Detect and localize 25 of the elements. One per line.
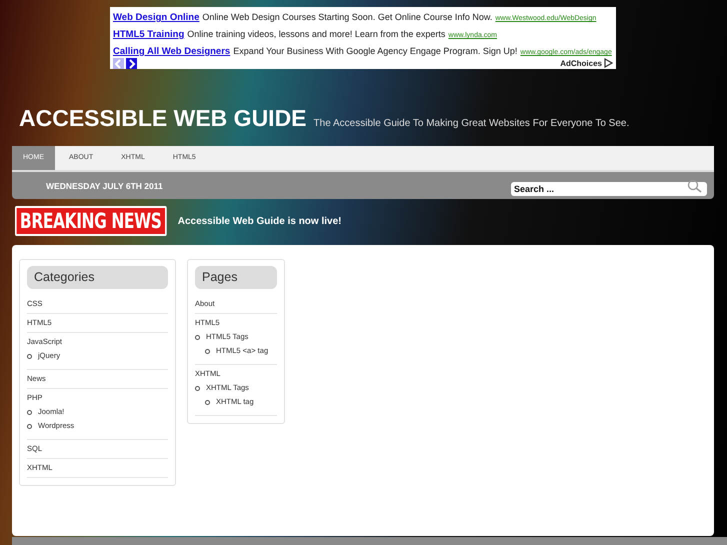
search-icon[interactable]: [687, 178, 703, 192]
bullet-icon: [195, 334, 200, 340]
bullet-icon: [27, 354, 32, 358]
widget-title: Categories: [27, 266, 168, 289]
breaking-news-text[interactable]: Accessible Web Guide is now live!: [178, 216, 342, 226]
ad-text: Expand Your Business With Google Agency Engage Program. Sign Up!: [233, 46, 518, 56]
bullet-icon: [195, 386, 200, 390]
adchoices-link[interactable]: AdChoices: [560, 58, 602, 68]
ad-link[interactable]: Web Design Online: [113, 12, 200, 23]
ad-text: Online training videos, lessons and more! Learn from the experts: [187, 29, 446, 39]
widget-title: Pages: [195, 266, 277, 289]
next-button[interactable]: [126, 58, 137, 68]
bullet-icon: [27, 410, 32, 414]
site-title[interactable]: ACCESSIBLE WEB GUIDE: [19, 105, 307, 132]
bullet-icon: [27, 424, 32, 428]
search-field[interactable]: Search ...: [511, 182, 707, 196]
ad-text: Online Web Design Courses Starting Soon. Get Online Course Info Now.: [202, 12, 492, 22]
bullet-icon: [205, 400, 210, 404]
bullet-icon: [205, 348, 210, 354]
site-tagline: The Accessible Guide To Making Great Websites For Everyone To See.: [314, 118, 630, 129]
ad-link[interactable]: Calling All Web Designers: [113, 46, 230, 57]
date-text: WEDNESDAY JULY 6TH 2011: [46, 180, 163, 190]
ad-link[interactable]: HTML5 Training: [113, 29, 184, 40]
play-triangle-icon[interactable]: [604, 58, 613, 68]
breaking-news-badge: BREAKING NEWS: [15, 206, 166, 236]
